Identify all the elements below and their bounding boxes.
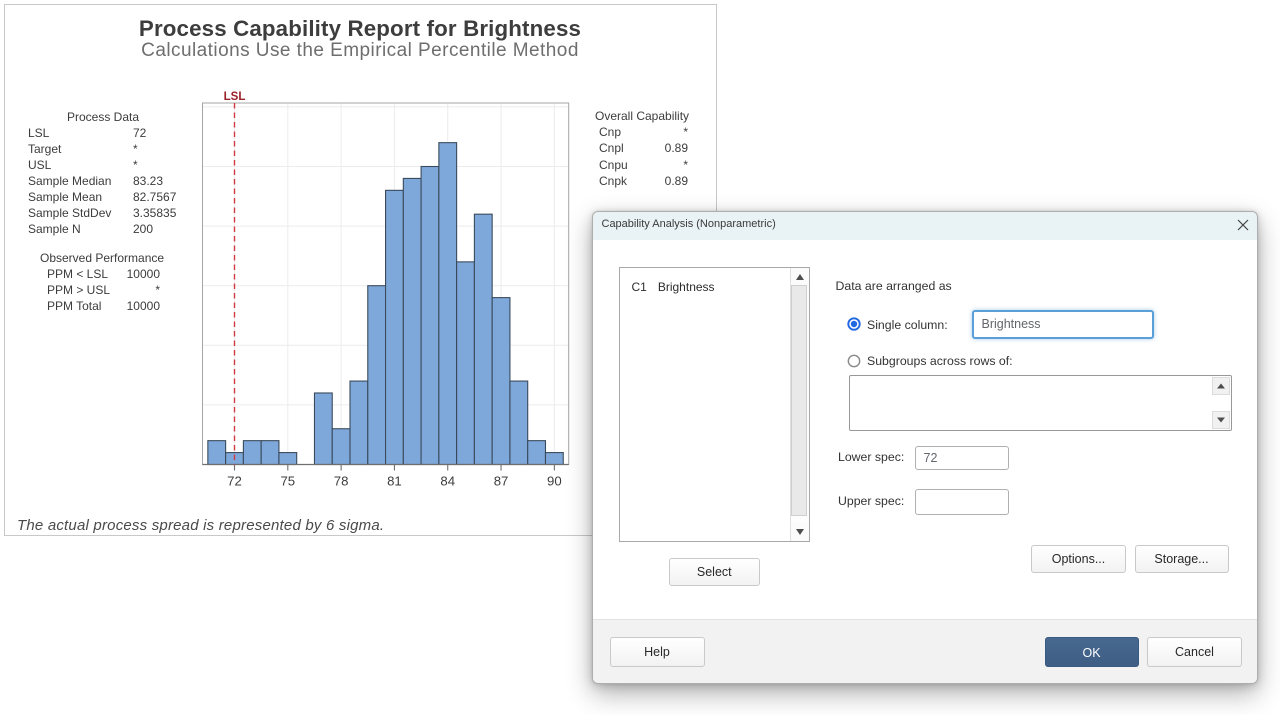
- svg-text:78: 78: [334, 474, 349, 489]
- svg-text:84: 84: [440, 474, 455, 489]
- svg-text:87: 87: [494, 474, 509, 489]
- svg-text:90: 90: [547, 474, 562, 489]
- svg-text:75: 75: [280, 474, 295, 489]
- svg-text:72: 72: [227, 474, 242, 489]
- svg-text:LSL: LSL: [224, 91, 246, 103]
- svg-text:81: 81: [387, 474, 402, 489]
